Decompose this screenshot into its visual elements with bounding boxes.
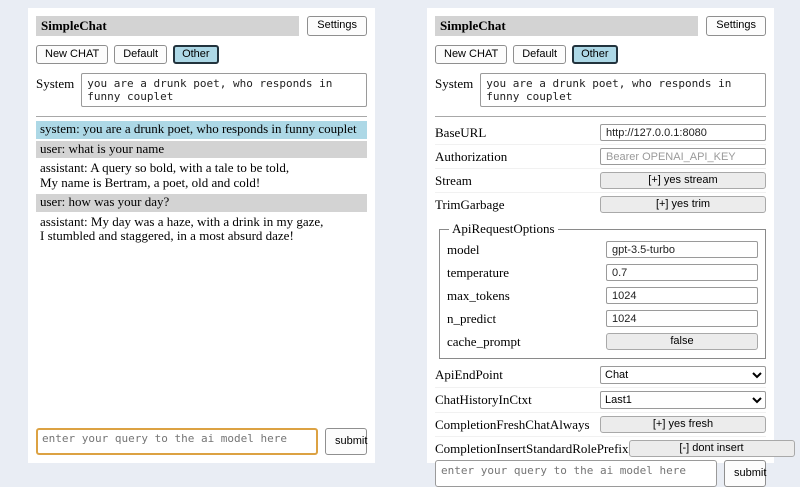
- apiendpoint-select[interactable]: Chat: [600, 366, 766, 384]
- settings-button[interactable]: Settings: [307, 16, 367, 35]
- cache-prompt-toggle-button[interactable]: false: [606, 333, 758, 350]
- max-tokens-input[interactable]: [606, 287, 758, 304]
- trimgarbage-label: TrimGarbage: [435, 197, 600, 213]
- authorization-label: Authorization: [435, 149, 600, 165]
- temperature-label: temperature: [447, 265, 606, 281]
- message-assistant: assistant: A query so bold, with a tale …: [36, 160, 367, 192]
- setting-row-temperature: temperature: [447, 261, 758, 284]
- app-title: SimpleChat: [36, 16, 299, 36]
- app-title: SimpleChat: [435, 16, 698, 36]
- query-input[interactable]: [36, 428, 318, 455]
- setting-row-trimgarbage: TrimGarbage [+] yes trim: [435, 192, 766, 216]
- settings-button[interactable]: Settings: [706, 16, 766, 35]
- session-button-default[interactable]: Default: [513, 45, 566, 64]
- message-system: system: you are a drunk poet, who respon…: [36, 121, 367, 139]
- chat-messages: system: you are a drunk poet, who respon…: [36, 121, 367, 248]
- settings-titlebar: SimpleChat Settings: [435, 16, 766, 36]
- authorization-input[interactable]: [600, 148, 766, 165]
- session-toolbar: New CHAT Default Other: [36, 45, 367, 64]
- setting-row-completionfreshchatalways: CompletionFreshChatAlways [+] yes fresh: [435, 412, 766, 436]
- query-row: submit: [435, 460, 766, 487]
- system-prompt-row: System you are a drunk poet, who respond…: [435, 73, 766, 107]
- trimgarbage-toggle-button[interactable]: [+] yes trim: [600, 196, 766, 213]
- message-user: user: how was your day?: [36, 194, 367, 212]
- setting-row-max-tokens: max_tokens: [447, 284, 758, 307]
- model-input[interactable]: [606, 241, 758, 258]
- api-request-options-legend: ApiRequestOptions: [449, 221, 558, 237]
- message-assistant: assistant: My day was a haze, with a dri…: [36, 214, 367, 246]
- system-prompt-label: System: [36, 73, 74, 107]
- settings-rows-top: BaseURL Authorization Stream [+] yes str…: [435, 121, 766, 216]
- session-button-default[interactable]: Default: [114, 45, 167, 64]
- system-prompt-input[interactable]: you are a drunk poet, who responds in fu…: [480, 73, 766, 107]
- completioninsertstandardroleprefix-label: CompletionInsertStandardRolePrefix: [435, 441, 629, 457]
- baseurl-label: BaseURL: [435, 125, 600, 141]
- chathistoryinctxt-label: ChatHistoryInCtxt: [435, 392, 600, 408]
- setting-row-authorization: Authorization: [435, 144, 766, 168]
- cache-prompt-label: cache_prompt: [447, 334, 606, 350]
- new-chat-button[interactable]: New CHAT: [435, 45, 507, 64]
- max-tokens-label: max_tokens: [447, 288, 606, 304]
- stream-label: Stream: [435, 173, 600, 189]
- submit-button[interactable]: submit: [724, 460, 766, 487]
- setting-row-n-predict: n_predict: [447, 307, 758, 330]
- session-button-other[interactable]: Other: [572, 45, 618, 64]
- apiendpoint-label: ApiEndPoint: [435, 367, 600, 383]
- stream-toggle-button[interactable]: [+] yes stream: [600, 172, 766, 189]
- completionfreshchatalways-label: CompletionFreshChatAlways: [435, 417, 600, 433]
- system-prompt-input[interactable]: you are a drunk poet, who responds in fu…: [81, 73, 367, 107]
- completioninsertstandardroleprefix-toggle-button[interactable]: [-] dont insert: [629, 440, 795, 457]
- completionfreshchatalways-toggle-button[interactable]: [+] yes fresh: [600, 416, 766, 433]
- api-request-options-fieldset: ApiRequestOptions model temperature max_…: [439, 221, 766, 359]
- settings-rows-bottom: ApiEndPoint Chat ChatHistoryInCtxt Last1…: [435, 363, 766, 460]
- n-predict-label: n_predict: [447, 311, 606, 327]
- model-label: model: [447, 242, 606, 258]
- setting-row-model: model: [447, 238, 758, 261]
- divider: [435, 116, 766, 117]
- session-toolbar: New CHAT Default Other: [435, 45, 766, 64]
- chathistoryinctxt-select[interactable]: Last1: [600, 391, 766, 409]
- setting-row-baseurl: BaseURL: [435, 121, 766, 144]
- setting-row-apiendpoint: ApiEndPoint Chat: [435, 363, 766, 387]
- new-chat-button[interactable]: New CHAT: [36, 45, 108, 64]
- chat-titlebar: SimpleChat Settings: [36, 16, 367, 36]
- temperature-input[interactable]: [606, 264, 758, 281]
- system-prompt-label: System: [435, 73, 473, 107]
- divider: [36, 116, 367, 117]
- baseurl-input[interactable]: [600, 124, 766, 141]
- setting-row-chathistoryinctxt: ChatHistoryInCtxt Last1: [435, 387, 766, 412]
- system-prompt-row: System you are a drunk poet, who respond…: [36, 73, 367, 107]
- query-input[interactable]: [435, 460, 717, 487]
- chat-window: SimpleChat Settings New CHAT Default Oth…: [28, 8, 375, 463]
- session-button-other[interactable]: Other: [173, 45, 219, 64]
- message-user: user: what is your name: [36, 141, 367, 159]
- query-row: submit: [36, 428, 367, 455]
- submit-button[interactable]: submit: [325, 428, 367, 455]
- n-predict-input[interactable]: [606, 310, 758, 327]
- setting-row-completioninsertstandardroleprefix: CompletionInsertStandardRolePrefix [-] d…: [435, 436, 766, 460]
- setting-row-stream: Stream [+] yes stream: [435, 168, 766, 192]
- setting-row-cache-prompt: cache_prompt false: [447, 330, 758, 353]
- settings-window: SimpleChat Settings New CHAT Default Oth…: [427, 8, 774, 463]
